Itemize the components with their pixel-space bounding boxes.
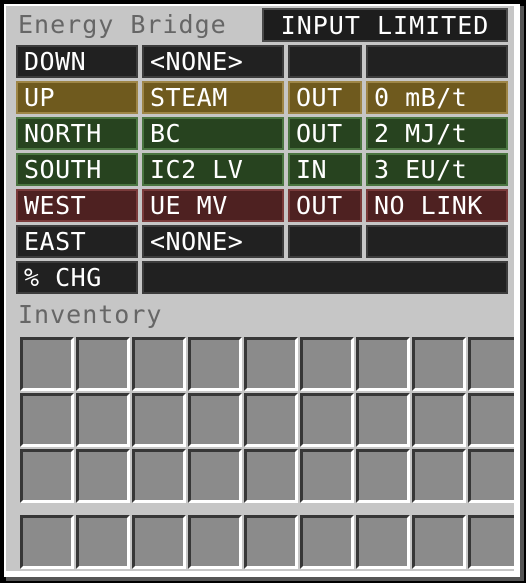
inventory-label: Inventory xyxy=(18,300,163,329)
inventory-slot[interactable] xyxy=(468,337,514,391)
side-direction-cell[interactable]: EAST xyxy=(16,225,138,258)
hotbar-slot[interactable] xyxy=(76,515,130,569)
inventory-slot[interactable] xyxy=(76,393,130,447)
table-row: DOWN <NONE> xyxy=(16,44,508,80)
side-link-cell[interactable]: BC xyxy=(142,117,284,150)
inventory-slot[interactable] xyxy=(20,337,74,391)
hotbar-slot[interactable] xyxy=(188,515,242,569)
hotbar-slot[interactable] xyxy=(132,515,186,569)
table-row: SOUTH IC2 LV IN 3 EU/t xyxy=(16,152,508,188)
hotbar-slot[interactable] xyxy=(244,515,298,569)
inventory-slot[interactable] xyxy=(356,449,410,503)
table-row: WEST UE MV OUT NO LINK xyxy=(16,188,508,224)
inventory-slot[interactable] xyxy=(132,393,186,447)
gui-header: Energy Bridge INPUT LIMITED xyxy=(6,6,514,44)
gui-panel: Energy Bridge INPUT LIMITED DOWN <NONE> UP… xyxy=(6,6,514,571)
side-link-cell[interactable]: <NONE> xyxy=(142,45,284,78)
inventory-slot[interactable] xyxy=(132,449,186,503)
inventory-slot[interactable] xyxy=(468,449,514,503)
inventory-slot[interactable] xyxy=(412,449,466,503)
side-rate-cell[interactable]: NO LINK xyxy=(366,189,508,222)
inventory-slot[interactable] xyxy=(188,337,242,391)
side-io-cell[interactable]: OUT xyxy=(288,81,362,114)
side-direction-cell[interactable]: UP xyxy=(16,81,138,114)
status-badge: INPUT LIMITED xyxy=(262,8,508,42)
inventory-slot[interactable] xyxy=(300,393,354,447)
hotbar-slot[interactable] xyxy=(412,515,466,569)
side-rate-cell[interactable] xyxy=(366,45,508,78)
side-io-cell[interactable]: OUT xyxy=(288,189,362,222)
side-direction-cell[interactable]: SOUTH xyxy=(16,153,138,186)
side-direction-cell[interactable]: DOWN xyxy=(16,45,138,78)
side-io-cell[interactable]: OUT xyxy=(288,117,362,150)
side-direction-cell[interactable]: NORTH xyxy=(16,117,138,150)
percent-charge-value xyxy=(142,261,508,294)
side-direction-cell[interactable]: WEST xyxy=(16,189,138,222)
percent-charge-label: % CHG xyxy=(16,261,138,294)
inventory-slot[interactable] xyxy=(244,449,298,503)
inventory-slot[interactable] xyxy=(244,337,298,391)
inventory-slot[interactable] xyxy=(412,337,466,391)
side-rate-cell[interactable] xyxy=(366,225,508,258)
inventory-slot[interactable] xyxy=(300,449,354,503)
table-row: NORTH BC OUT 2 MJ/t xyxy=(16,116,508,152)
inventory-slot[interactable] xyxy=(132,337,186,391)
inventory-slot[interactable] xyxy=(188,393,242,447)
side-rate-cell[interactable]: 2 MJ/t xyxy=(366,117,508,150)
inventory-slot[interactable] xyxy=(20,393,74,447)
inventory-slot[interactable] xyxy=(244,393,298,447)
hotbar-slot[interactable] xyxy=(300,515,354,569)
hotbar-slot[interactable] xyxy=(468,515,514,569)
inventory-slot[interactable] xyxy=(188,449,242,503)
side-link-cell[interactable]: STEAM xyxy=(142,81,284,114)
inventory-slot[interactable] xyxy=(76,337,130,391)
minecraft-gui-window: Energy Bridge INPUT LIMITED DOWN <NONE> UP… xyxy=(0,0,526,583)
side-configuration-table: DOWN <NONE> UP STEAM OUT 0 mB/t NORTH BC OUT 2 MJ… xyxy=(16,44,508,296)
inventory-slot[interactable] xyxy=(76,449,130,503)
side-io-cell[interactable] xyxy=(288,225,362,258)
inventory-slot[interactable] xyxy=(468,393,514,447)
inventory-slot[interactable] xyxy=(300,337,354,391)
side-link-cell[interactable]: <NONE> xyxy=(142,225,284,258)
inventory-slot[interactable] xyxy=(20,449,74,503)
inventory-slot[interactable] xyxy=(412,393,466,447)
side-io-cell[interactable]: IN xyxy=(288,153,362,186)
side-rate-cell[interactable]: 0 mB/t xyxy=(366,81,508,114)
table-row-percent-charge: % CHG xyxy=(16,260,508,296)
side-rate-cell[interactable]: 3 EU/t xyxy=(366,153,508,186)
side-link-cell[interactable]: UE MV xyxy=(142,189,284,222)
inventory-slot[interactable] xyxy=(356,337,410,391)
table-row: UP STEAM OUT 0 mB/t xyxy=(16,80,508,116)
page-title: Energy Bridge xyxy=(18,10,227,39)
table-row: EAST <NONE> xyxy=(16,224,508,260)
side-link-cell[interactable]: IC2 LV xyxy=(142,153,284,186)
inventory-slot[interactable] xyxy=(356,393,410,447)
hotbar-slot[interactable] xyxy=(20,515,74,569)
side-io-cell[interactable] xyxy=(288,45,362,78)
hotbar-slot[interactable] xyxy=(356,515,410,569)
